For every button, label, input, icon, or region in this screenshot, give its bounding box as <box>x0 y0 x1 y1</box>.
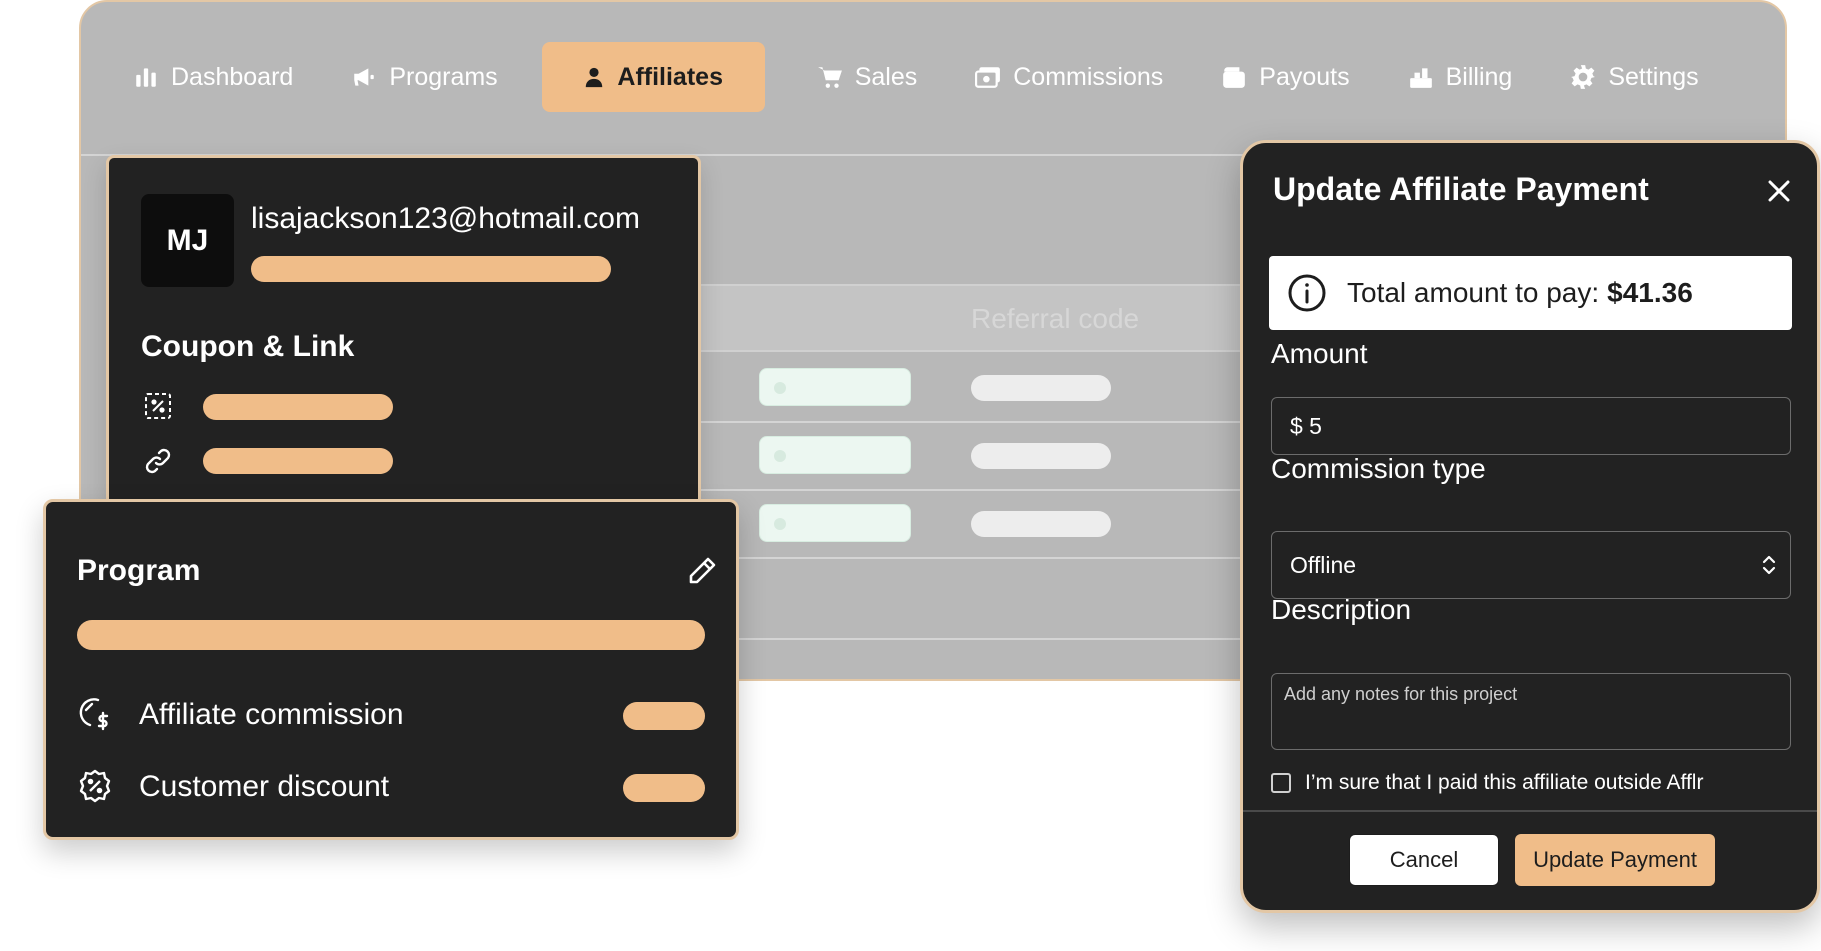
update-payment-modal: Update Affiliate Payment Total amount to… <box>1240 140 1820 913</box>
confirm-row: I’m sure that I paid this affiliate outs… <box>1271 771 1703 795</box>
confirm-checkbox[interactable] <box>1271 773 1291 793</box>
bar-chart-icon <box>136 68 156 87</box>
amount-value: $ 5 <box>1290 412 1322 439</box>
nav-item-sales[interactable]: Sales <box>803 42 932 112</box>
description-label: Description <box>1271 594 1412 625</box>
nav-label: Programs <box>389 62 498 91</box>
coupon-code-placeholder <box>203 394 393 420</box>
affiliate-name-placeholder <box>251 256 611 282</box>
nav-item-commissions[interactable]: Commissions <box>961 42 1177 112</box>
nav-label: Settings <box>1608 62 1699 91</box>
referral-code-placeholder <box>971 375 1111 401</box>
user-icon <box>586 67 603 88</box>
update-payment-button[interactable]: Update Payment <box>1515 834 1715 886</box>
referral-link-placeholder <box>203 448 393 474</box>
cash-icon <box>975 67 1001 88</box>
nav-item-affiliates[interactable]: Affiliates <box>541 42 765 112</box>
commission-type-value: Offline <box>1290 551 1357 578</box>
table-row-divider <box>701 557 1321 559</box>
megaphone-icon <box>354 68 375 86</box>
nav-label: Billing <box>1445 62 1513 91</box>
customer-discount-label: Customer discount <box>139 770 390 803</box>
customer-discount-value-placeholder <box>623 774 705 802</box>
wallet-icon <box>1223 67 1246 88</box>
nav-item-dashboard[interactable]: Dashboard <box>119 42 307 112</box>
commission-type-select[interactable]: Offline <box>1271 531 1791 599</box>
program-card: Program Affiliate commission Customer di… <box>43 499 739 840</box>
discount-badge-icon <box>79 769 111 803</box>
total-amount-value: $41.36 <box>1607 277 1693 308</box>
status-pill <box>759 504 911 542</box>
table-row-divider <box>701 489 1321 491</box>
amount-input[interactable]: $ 5 <box>1271 397 1791 455</box>
confirm-label: I’m sure that I paid this affiliate outs… <box>1305 771 1704 794</box>
select-chevrons-icon <box>1762 555 1776 575</box>
nav-label: Affiliates <box>617 62 723 91</box>
affiliate-commission-label: Affiliate commission <box>139 698 404 731</box>
nav-item-payouts[interactable]: Payouts <box>1207 42 1363 112</box>
coupon-link-title: Coupon & Link <box>141 330 355 363</box>
commission-icon <box>79 698 109 731</box>
link-icon[interactable] <box>143 446 173 476</box>
close-icon[interactable] <box>1762 174 1796 208</box>
nav-item-settings[interactable]: Settings <box>1556 42 1712 112</box>
referral-code-placeholder <box>971 511 1111 537</box>
billing-icon <box>1409 68 1432 88</box>
nav-label: Sales <box>854 62 918 91</box>
modal-footer-divider <box>1243 810 1817 812</box>
nav-label: Payouts <box>1259 62 1350 91</box>
coupon-icon <box>145 393 171 419</box>
affiliate-profile-card: MJ lisajackson123@hotmail.com Coupon & L… <box>106 155 701 510</box>
affiliate-commission-value-placeholder <box>623 702 705 730</box>
column-header-referral-code: Referral code <box>971 303 1140 334</box>
program-title: Program <box>77 554 201 587</box>
status-pill <box>759 368 911 406</box>
commission-type-label: Commission type <box>1271 453 1486 484</box>
nav-item-programs[interactable]: Programs <box>337 42 511 112</box>
cancel-button[interactable]: Cancel <box>1349 834 1499 886</box>
avatar: MJ <box>141 194 234 287</box>
gear-icon <box>1571 65 1596 89</box>
affiliate-email: lisajackson123@hotmail.com <box>251 202 640 235</box>
status-pill <box>759 436 911 474</box>
cart-icon <box>817 67 842 88</box>
table-row-divider <box>701 421 1321 423</box>
nav-label: Commissions <box>1013 62 1164 91</box>
top-nav: Dashboard Programs Affiliates Sales Comm… <box>81 2 1785 152</box>
program-name-placeholder <box>77 620 705 650</box>
pencil-icon[interactable] <box>686 555 718 587</box>
total-amount-banner: Total amount to pay: $41.36 <box>1269 256 1792 330</box>
info-icon <box>1288 274 1326 312</box>
total-amount-label: Total amount to pay: <box>1347 277 1600 308</box>
table-row-divider <box>701 638 1321 640</box>
modal-title: Update Affiliate Payment <box>1273 171 1649 207</box>
referral-code-placeholder <box>971 443 1111 469</box>
nav-item-billing[interactable]: Billing <box>1394 42 1527 112</box>
nav-label: Dashboard <box>171 62 294 91</box>
description-textarea[interactable] <box>1271 673 1791 750</box>
amount-label: Amount <box>1271 338 1368 369</box>
